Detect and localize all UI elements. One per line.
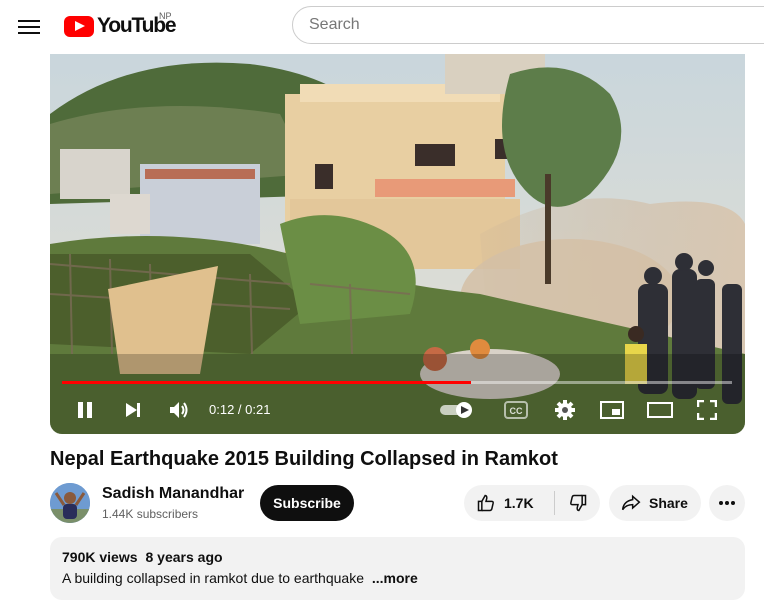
like-dislike-group: 1.7K <box>464 485 600 521</box>
video-player[interactable]: 0:12 / 0:21 CC <box>50 54 745 434</box>
theater-mode-icon[interactable] <box>646 392 674 428</box>
pause-icon[interactable] <box>72 392 98 428</box>
fullscreen-icon[interactable] <box>694 392 720 428</box>
miniplayer-icon[interactable] <box>598 392 626 428</box>
player-controls: 0:12 / 0:21 CC <box>50 392 745 428</box>
menu-icon[interactable] <box>18 16 40 36</box>
description-text: A building collapsed in ramkot due to ea… <box>62 570 364 586</box>
autoplay-toggle-icon[interactable] <box>436 392 480 428</box>
upload-age: 8 years ago <box>145 549 223 565</box>
next-icon[interactable] <box>120 392 146 428</box>
search-input[interactable] <box>292 6 764 44</box>
top-bar: YouTube NP <box>0 0 764 54</box>
youtube-logo[interactable]: YouTube NP <box>64 11 177 40</box>
share-label: Share <box>649 495 688 511</box>
time-display: 0:12 / 0:21 <box>209 402 271 417</box>
subscriber-count: 1.44K subscribers <box>102 507 199 521</box>
video-title: Nepal Earthquake 2015 Building Collapsed… <box>50 448 558 470</box>
view-count: 790K views <box>62 549 138 565</box>
like-button[interactable]: 1.7K <box>464 485 554 521</box>
youtube-play-icon <box>64 15 94 37</box>
share-icon <box>621 494 641 511</box>
video-frame <box>50 54 745 434</box>
description-text-row: A building collapsed in ramkot due to ea… <box>62 570 418 586</box>
more-actions-button[interactable] <box>709 485 745 521</box>
show-more-link[interactable]: ...more <box>372 570 418 586</box>
settings-icon[interactable] <box>552 392 578 428</box>
channel-avatar[interactable] <box>50 483 90 523</box>
country-code: NP <box>159 11 172 21</box>
more-horizontal-icon <box>719 501 735 505</box>
thumbs-up-icon <box>477 494 494 512</box>
volume-icon[interactable] <box>166 392 192 428</box>
like-count: 1.7K <box>504 495 534 511</box>
progress-played <box>62 381 471 384</box>
channel-name[interactable]: Sadish Manandhar <box>102 485 244 503</box>
dislike-button[interactable] <box>555 485 600 521</box>
share-button[interactable]: Share <box>609 485 701 521</box>
video-meta: 790K views 8 years ago <box>62 549 223 565</box>
captions-icon[interactable]: CC <box>502 392 530 428</box>
thumbs-down-icon <box>569 494 586 512</box>
description-box[interactable]: 790K views 8 years ago A building collaps… <box>50 537 745 600</box>
progress-bar[interactable] <box>62 381 732 384</box>
subscribe-button[interactable]: Subscribe <box>260 485 354 521</box>
captions-label: CC <box>510 406 523 416</box>
